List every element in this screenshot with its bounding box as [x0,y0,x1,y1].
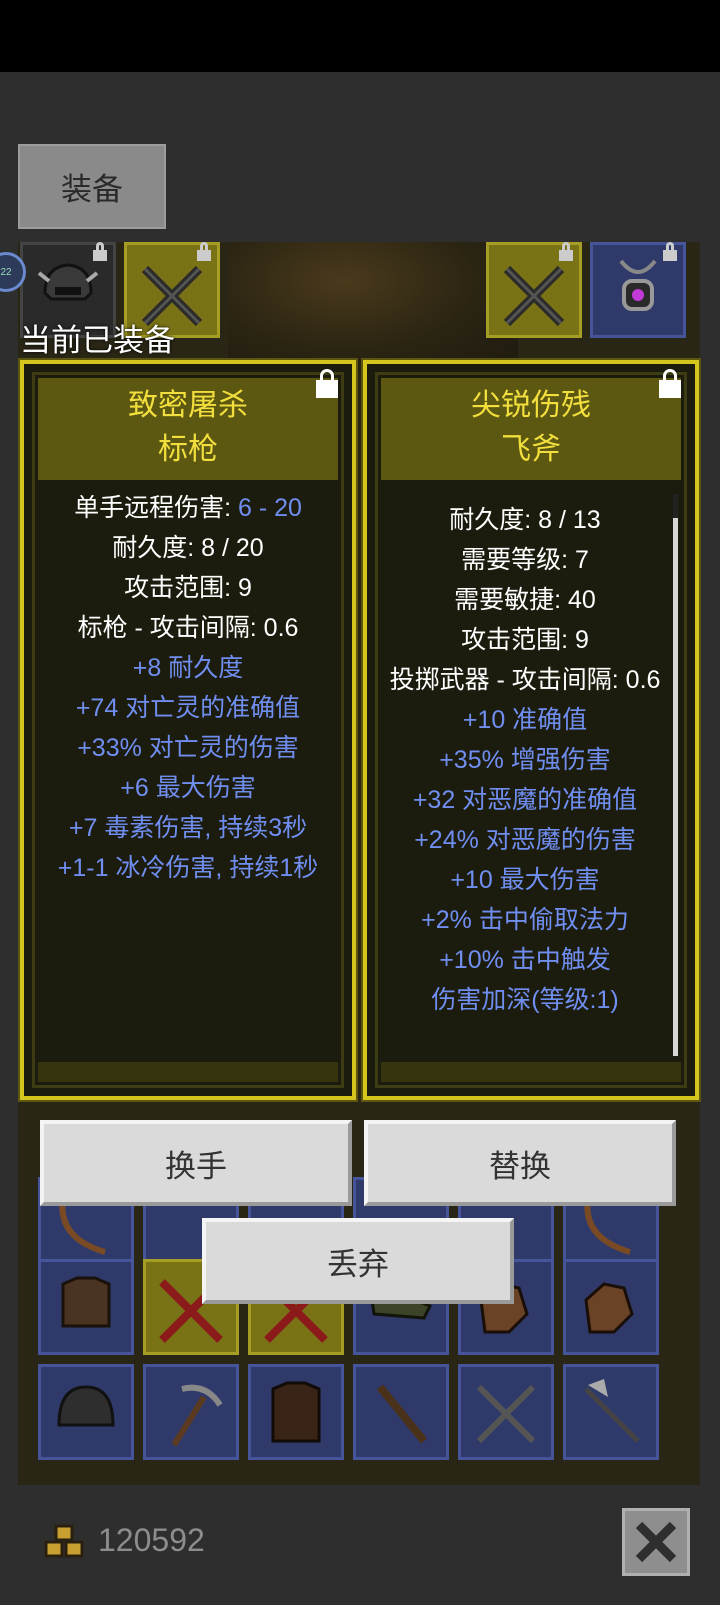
affix: +1-1 冰冷伤害, 持续1秒 [57,854,319,882]
level-requirement: 需要等级: 7 [461,546,589,574]
affix: +10% 击中触发 [439,946,611,974]
inventory-slot[interactable] [563,1364,659,1460]
damage-stat: 单手远程伤害: 6 - 20 [74,494,302,522]
close-button[interactable] [622,1508,690,1576]
armor-icon [61,1276,111,1328]
lock-icon [93,242,107,261]
tab-equipment[interactable]: 装备 [18,144,166,229]
gold-icon [44,1524,84,1558]
inventory-slot[interactable] [563,1259,659,1355]
item-name-header: 尖锐伤残 飞斧 [381,378,681,480]
pickaxe-icon [171,1384,223,1447]
weapon-slot-right[interactable] [486,242,582,338]
affix: +32 对恶魔的准确值 [412,786,638,814]
gloves-icon [584,1282,634,1334]
affix: +10 准确值 [462,706,588,734]
affix: 伤害加深(等级:1) [431,986,619,1014]
affix: +24% 对恶魔的伤害 [414,826,636,854]
cap-icon [57,1385,115,1427]
gold-amount: 120592 [98,1522,205,1558]
item-name: 尖锐伤残 [471,389,591,422]
range-stat: 攻击范围: 9 [124,574,252,602]
durability-stat: 耐久度: 8 / 20 [112,534,264,562]
replace-button[interactable]: 替换 [364,1120,676,1206]
dex-requirement: 需要敏捷: 40 [454,586,596,614]
lock-icon[interactable] [659,369,681,398]
character-preview [228,242,518,372]
item-panel-right: 尖锐伤残 飞斧 耐久度: 8 / 13 需要等级: 7 需要敏捷: 40 攻击范… [361,358,701,1102]
equipped-label: 当前已装备 [20,323,175,358]
panel-footer [381,1062,681,1082]
discard-button[interactable]: 丢弃 [202,1218,514,1304]
affix: +2% 击中偷取法力 [421,906,629,934]
affix: +35% 增强伤害 [439,746,611,774]
item-stats: 单手远程伤害: 6 - 20 耐久度: 8 / 20 攻击范围: 9 标枪 - … [38,488,338,888]
inventory-slot[interactable] [248,1364,344,1460]
item-type: 飞斧 [501,433,561,466]
status-bar [0,0,720,72]
lock-icon [663,242,677,261]
amulet-slot[interactable] [590,242,686,338]
item-stats: 耐久度: 8 / 13 需要等级: 7 需要敏捷: 40 攻击范围: 9 投掷武… [377,500,673,1020]
crossed-swords-icon [476,1384,536,1444]
item-name: 致密屠杀 [128,389,248,422]
range-stat: 攻击范围: 9 [461,626,589,654]
durability-stat: 耐久度: 8 / 13 [449,506,601,534]
affix: +33% 对亡灵的伤害 [77,734,299,762]
inventory-slot[interactable] [143,1364,239,1460]
affix: +6 最大伤害 [120,774,256,802]
stats-scrollbar[interactable] [673,518,678,1056]
interval-stat: 投掷武器 - 攻击间隔: 0.6 [389,666,661,694]
crossed-weapons-icon [503,265,565,327]
swap-hands-button[interactable]: 换手 [40,1120,352,1206]
inventory-slot[interactable] [458,1364,554,1460]
inventory-slot[interactable] [353,1364,449,1460]
lock-icon [197,242,211,261]
inventory-slot[interactable] [38,1259,134,1355]
close-icon [635,1521,677,1563]
halberd-icon [584,1379,640,1443]
item-name-header: 致密屠杀 标枪 [38,378,338,480]
affix: +10 最大伤害 [450,866,600,894]
affix: +7 毒素伤害, 持续3秒 [68,814,308,842]
lock-icon [559,242,573,261]
inventory-slot[interactable] [38,1364,134,1460]
armor-icon [271,1381,321,1443]
scrollbar-cap [673,494,678,518]
lock-icon[interactable] [316,369,338,398]
amulet-icon [619,259,657,311]
item-panel-left: 致密屠杀 标枪 单手远程伤害: 6 - 20 耐久度: 8 / 20 攻击范围:… [18,358,358,1102]
item-type: 标枪 [158,433,218,466]
affix: +74 对亡灵的准确值 [75,694,301,722]
interval-stat: 标枪 - 攻击间隔: 0.6 [77,614,299,642]
panel-footer [38,1062,338,1082]
affix: +8 耐久度 [132,654,244,682]
club-icon [376,1384,428,1444]
